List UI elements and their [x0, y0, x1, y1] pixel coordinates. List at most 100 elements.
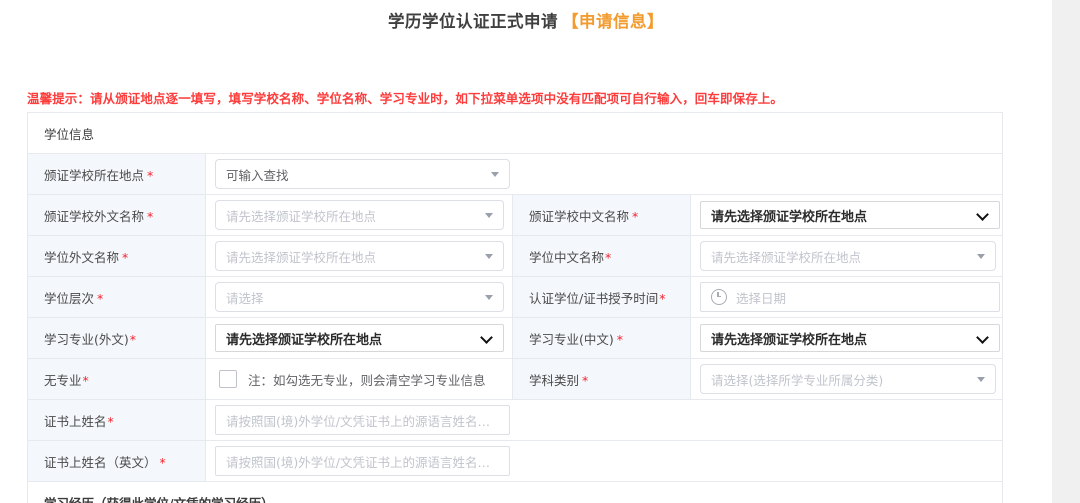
required-mark: *	[147, 167, 154, 183]
label-major-foreign: 学习专业(外文)*	[27, 317, 206, 359]
required-mark: *	[147, 208, 154, 224]
name-on-certificate-en-input[interactable]: 请按照国(境)外学位/文凭证书上的源语言姓名填写	[215, 446, 510, 476]
required-mark: *	[82, 372, 89, 388]
page-title-section: 【申请信息】	[562, 12, 664, 31]
required-mark: *	[632, 208, 639, 224]
chevron-down-icon[interactable]	[481, 332, 493, 344]
label-text: 学位层次	[44, 290, 95, 306]
table-row: 无专业* 注：如勾选无专业，则会清空学习专业信息 学科类别 * 请选择(选择所学专…	[27, 358, 1004, 400]
school-foreign-name-placeholder: 请先选择颁证学校所在地点	[226, 208, 377, 224]
section-header-study-experience: 学习经历（获得此学位/文凭的学习经历）	[26, 481, 1004, 503]
label-school-chinese-name: 颁证学校中文名称 *	[512, 194, 691, 236]
label-text: 无专业	[44, 372, 82, 388]
label-text: 颁证学校中文名称	[529, 208, 630, 224]
label-text: 学习专业(中文)	[529, 331, 614, 347]
label-text: 学位中文名称	[529, 249, 605, 265]
name-on-certificate-placeholder: 请按照国(境)外学位/文凭证书上的源语言姓名填写	[226, 413, 499, 429]
cell-name-on-certificate-en: 请按照国(境)外学位/文凭证书上的源语言姓名填写	[204, 440, 1004, 482]
cell-award-location: 可输入查找	[204, 153, 1004, 195]
degree-foreign-name-placeholder: 请先选择颁证学校所在地点	[226, 249, 377, 265]
table-row: 证书上姓名* 请按照国(境)外学位/文凭证书上的源语言姓名填写	[27, 399, 1004, 441]
label-award-date: 认证学位/证书授予时间*	[512, 276, 691, 318]
label-name-on-certificate: 证书上姓名*	[27, 399, 206, 441]
required-mark: *	[605, 249, 612, 265]
required-mark: *	[97, 290, 104, 306]
major-foreign-placeholder: 请先选择颁证学校所在地点	[226, 332, 383, 348]
caret-down-icon[interactable]	[977, 376, 985, 382]
caret-down-icon[interactable]	[485, 294, 493, 300]
clock-icon	[711, 289, 727, 305]
page-title: 学历学位认证正式申请 【申请信息】	[0, 0, 1052, 34]
school-foreign-name-select[interactable]: 请先选择颁证学校所在地点	[215, 200, 504, 230]
label-text: 证书上姓名	[44, 413, 107, 429]
label-award-location: 颁证学校所在地点 *	[27, 153, 206, 195]
cell-degree-level: 请选择	[205, 276, 513, 318]
label-name-on-certificate-en: 证书上姓名（英文） *	[27, 440, 206, 482]
label-text: 认证学位/证书授予时间	[529, 290, 659, 306]
cell-major-foreign: 请先选择颁证学校所在地点	[205, 317, 513, 359]
label-text: 学科类别	[529, 372, 580, 388]
required-mark: *	[616, 331, 624, 347]
application-page: 学历学位认证正式申请 【申请信息】 温馨提示：请从颁证地点逐一填写，填写学校名称、…	[0, 0, 1052, 503]
cell-major-chinese: 请先选择颁证学校所在地点	[689, 317, 1004, 359]
page-title-main: 学历学位认证正式申请	[388, 12, 558, 31]
cell-degree-chinese-name: 请先选择颁证学校所在地点	[689, 235, 1004, 277]
cell-name-on-certificate: 请按照国(境)外学位/文凭证书上的源语言姓名填写	[204, 399, 1004, 441]
page-right-gutter	[1052, 0, 1080, 503]
name-on-certificate-en-placeholder: 请按照国(境)外学位/文凭证书上的源语言姓名填写	[226, 454, 499, 470]
school-chinese-name-select[interactable]: 请先选择颁证学校所在地点	[700, 201, 1000, 229]
caret-down-icon[interactable]	[485, 253, 493, 259]
label-subject-category: 学科类别 *	[512, 358, 691, 400]
major-foreign-select[interactable]: 请先选择颁证学校所在地点	[215, 324, 504, 352]
label-text: 颁证学校所在地点	[44, 167, 145, 183]
no-major-checkbox[interactable]	[219, 370, 237, 388]
required-mark: *	[122, 249, 129, 265]
label-text: 学位外文名称	[44, 249, 120, 265]
table-row: 学习专业(外文)* 请先选择颁证学校所在地点 学习专业(中文) * 请先选择颁证学…	[27, 317, 1004, 359]
table-row: 学习经历（获得此学位/文凭的学习经历）	[26, 481, 1004, 503]
required-mark: *	[129, 331, 137, 347]
label-text: 颁证学校外文名称	[44, 208, 145, 224]
label-degree-foreign-name: 学位外文名称 *	[27, 235, 206, 277]
award-date-picker[interactable]: 选择日期	[700, 282, 1000, 312]
chevron-down-icon[interactable]	[977, 209, 989, 221]
degree-chinese-name-placeholder: 请先选择颁证学校所在地点	[711, 249, 862, 265]
required-mark: *	[659, 290, 666, 306]
label-major-chinese: 学习专业(中文) *	[512, 317, 691, 359]
caret-down-icon[interactable]	[977, 253, 985, 259]
notice-text: 温馨提示：请从颁证地点逐一填写，填写学校名称、学位名称、学习专业时，如下拉菜单选…	[27, 91, 784, 106]
award-date-placeholder: 选择日期	[736, 290, 787, 306]
required-mark: *	[582, 372, 589, 388]
name-on-certificate-input[interactable]: 请按照国(境)外学位/文凭证书上的源语言姓名填写	[215, 405, 510, 435]
caret-down-icon[interactable]	[485, 212, 493, 218]
table-row: 证书上姓名（英文） * 请按照国(境)外学位/文凭证书上的源语言姓名填写	[27, 440, 1004, 482]
cell-degree-foreign-name: 请先选择颁证学校所在地点	[205, 235, 513, 277]
degree-chinese-name-select[interactable]: 请先选择颁证学校所在地点	[700, 241, 996, 271]
label-school-foreign-name: 颁证学校外文名称 *	[27, 194, 206, 236]
caret-down-icon[interactable]	[491, 171, 499, 177]
cell-award-date: 选择日期	[689, 276, 1004, 318]
award-location-select[interactable]: 可输入查找	[215, 159, 510, 189]
subject-category-placeholder: 请选择(选择所学专业所属分类)	[711, 372, 884, 388]
degree-level-placeholder: 请选择	[226, 290, 264, 306]
table-row: 学位层次 * 请选择 认证学位/证书授予时间* 选择日期	[27, 276, 1004, 318]
chevron-down-icon[interactable]	[977, 332, 989, 344]
label-degree-chinese-name: 学位中文名称*	[512, 235, 691, 277]
degree-info-form: 学位信息 颁证学校所在地点 * 可输入查找 颁证学校外文名称 * 请先选择颁证学…	[26, 112, 1004, 503]
cell-no-major: 注：如勾选无专业，则会清空学习专业信息	[205, 358, 513, 400]
cell-school-foreign-name: 请先选择颁证学校所在地点	[205, 194, 513, 236]
required-mark: *	[107, 413, 114, 429]
table-row: 颁证学校所在地点 * 可输入查找	[27, 153, 1004, 195]
required-mark: *	[159, 454, 166, 470]
no-major-checkbox-row[interactable]: 注：如勾选无专业，则会清空学习专业信息	[215, 370, 503, 389]
degree-foreign-name-select[interactable]: 请先选择颁证学校所在地点	[215, 241, 504, 271]
subject-category-select[interactable]: 请选择(选择所学专业所属分类)	[700, 364, 996, 394]
cell-school-chinese-name: 请先选择颁证学校所在地点	[689, 194, 1004, 236]
degree-level-select[interactable]: 请选择	[215, 282, 504, 312]
table-row: 颁证学校外文名称 * 请先选择颁证学校所在地点 颁证学校中文名称 * 请先选择颁证学…	[27, 194, 1004, 236]
label-text: 证书上姓名（英文）	[44, 454, 157, 470]
section-header-degree-info: 学位信息	[26, 112, 1004, 154]
major-chinese-select[interactable]: 请先选择颁证学校所在地点	[700, 324, 1000, 352]
table-row: 学位外文名称 * 请先选择颁证学校所在地点 学位中文名称* 请先选择颁证学校所在地…	[27, 235, 1004, 277]
cell-subject-category: 请选择(选择所学专业所属分类)	[689, 358, 1004, 400]
